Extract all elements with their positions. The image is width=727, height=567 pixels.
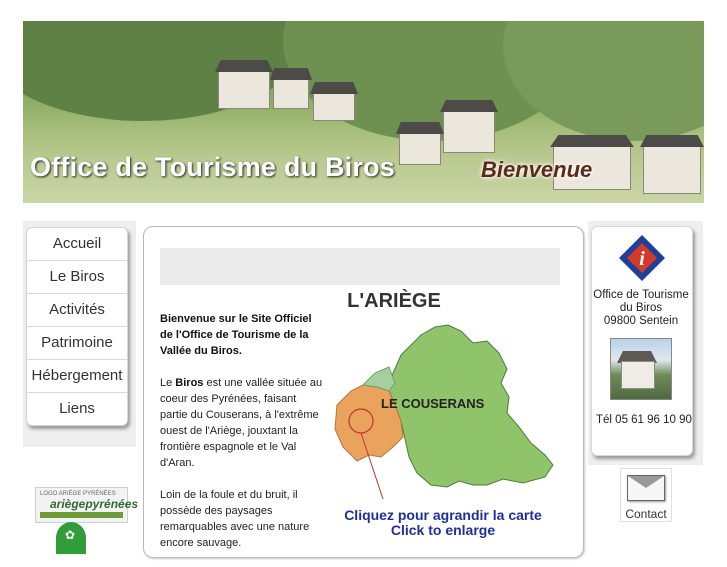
map-region-label: LE COUSERANS: [381, 396, 485, 411]
map-title: L'ARIÈGE: [347, 290, 441, 312]
green-badge-logo[interactable]: ✿: [56, 522, 86, 554]
leaf-icon: ✿: [65, 528, 76, 542]
tourism-info-icon: i: [619, 235, 665, 281]
ariege-pyrenees-logo[interactable]: LOGO ARIÈGE PYRÉNÉES ariègepyrénées: [35, 487, 138, 523]
logo-bar: [40, 512, 123, 518]
nav-item-liens[interactable]: Liens: [27, 393, 127, 425]
site-title: Office de Tourisme du Biros: [30, 152, 395, 182]
office-name-line2: du Biros: [619, 302, 663, 314]
map-caption-en[interactable]: Click to enlarge: [341, 522, 545, 538]
banner-house: [640, 135, 704, 194]
main-nav: Accueil Le Biros Activités Patrimoine Hé…: [26, 227, 128, 426]
office-name-line1: Office de Tourisme: [593, 289, 689, 301]
nav-item-hebergement[interactable]: Hébergement: [27, 360, 127, 393]
office-photo[interactable]: [610, 338, 672, 400]
svg-text:i: i: [639, 248, 645, 270]
office-address: Office de Tourisme du Biros 09800 Sentei…: [591, 289, 691, 328]
header-banner: Office de Tourisme du Biros Bienvenue: [23, 21, 704, 203]
intro-paragraph-biros: Le Biros est une vallée située au coeur …: [160, 377, 323, 469]
map-caption-fr[interactable]: Cliquez pour agrandir la carte: [341, 507, 545, 523]
intro-text: Bienvenue sur le Site Officiel de l'Offi…: [160, 311, 323, 567]
contact-label: Contact: [625, 507, 667, 521]
intro-welcome: Bienvenue sur le Site Officiel de l'Offi…: [160, 313, 312, 357]
nav-item-le-biros[interactable]: Le Biros: [27, 261, 127, 294]
banner-house: [215, 60, 273, 109]
nav-item-activites[interactable]: Activités: [27, 294, 127, 327]
banner-house: [270, 68, 312, 109]
logo-main-text: ariègepyrénées: [50, 497, 139, 511]
welcome-text: Bienvenue: [481, 157, 593, 182]
intro-paragraph-nature: Loin de la foule et du bruit, il possède…: [160, 489, 310, 549]
office-phone: Tél 05 61 96 10 90: [596, 414, 692, 426]
banner-house: [396, 122, 444, 165]
banner-house: [440, 100, 498, 153]
office-city: 09800 Sentein: [603, 315, 679, 327]
contact-button[interactable]: Contact: [620, 468, 672, 522]
banner-house: [310, 82, 358, 121]
content-header-strip: [160, 248, 560, 285]
nav-item-accueil[interactable]: Accueil: [27, 228, 127, 261]
banner-hill: [503, 21, 704, 141]
envelope-icon: [627, 475, 665, 501]
nav-item-patrimoine[interactable]: Patrimoine: [27, 327, 127, 360]
